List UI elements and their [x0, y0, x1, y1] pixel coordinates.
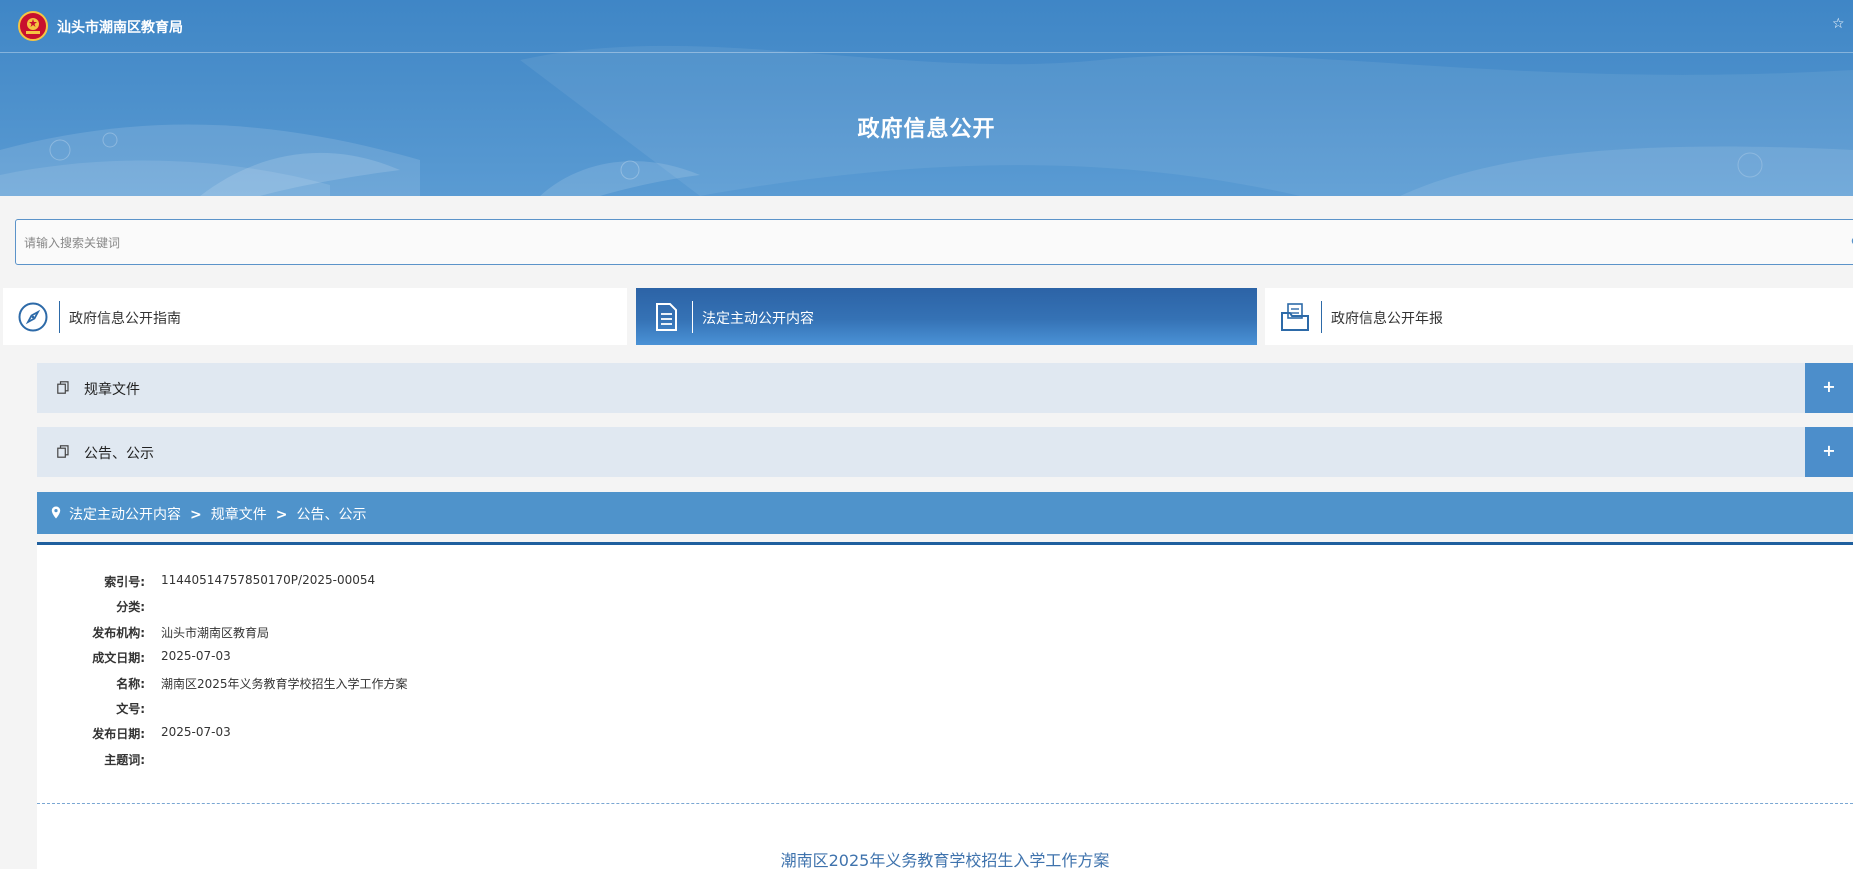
- expand-button[interactable]: +: [1805, 363, 1853, 413]
- meta-key: 发布机构:: [92, 625, 145, 640]
- meta-value: 11440514757850170P/2025-00054: [161, 573, 376, 587]
- meta-key: 文号:: [116, 701, 145, 716]
- meta-key: 主题词:: [104, 752, 145, 767]
- location-pin-icon: [51, 506, 61, 519]
- meta-value: 潮南区2025年义务教育学校招生入学工作方案: [161, 676, 408, 691]
- copy-document-icon: [57, 445, 69, 458]
- tab-label: 法定主动公开内容: [702, 311, 814, 327]
- breadcrumb-link[interactable]: 法定主动公开内容: [69, 507, 181, 523]
- chevron-right-icon: >: [275, 507, 288, 523]
- accordion-label: 规章文件: [84, 382, 140, 398]
- compass-icon: [18, 302, 48, 332]
- tab-label: 政府信息公开年报: [1331, 311, 1443, 327]
- expand-button[interactable]: +: [1805, 427, 1853, 477]
- meta-key: 成文日期:: [92, 651, 145, 666]
- meta-value: 汕头市潮南区教育局: [161, 625, 270, 640]
- breadcrumb-current[interactable]: 公告、公示: [296, 507, 366, 523]
- meta-key: 分类:: [116, 600, 145, 615]
- dashed-divider: [37, 803, 1853, 804]
- accordion-item-regulations[interactable]: 规章文件 +: [37, 363, 1853, 413]
- site-name[interactable]: 汕头市潮南区教育局: [57, 17, 183, 37]
- tab-annual-report[interactable]: 政府信息公开年报: [1265, 288, 1853, 345]
- tab-separator: [1321, 301, 1322, 333]
- meta-key: 发布日期:: [92, 727, 145, 742]
- tab-separator: [59, 301, 60, 333]
- tab-disclosure-guide[interactable]: 政府信息公开指南: [3, 288, 627, 345]
- folder-icon: [1281, 303, 1309, 331]
- tab-label: 政府信息公开指南: [69, 311, 181, 327]
- search-input[interactable]: [24, 232, 1824, 254]
- document-detail-panel: 索引号: 11440514757850170P/2025-00054 分类: 发…: [37, 542, 1853, 869]
- accordion-label: 公告、公示: [84, 446, 154, 462]
- document-title: 潮南区2025年义务教育学校招生入学工作方案: [780, 851, 1110, 869]
- search-box: [15, 219, 1853, 265]
- breadcrumb: 法定主动公开内容 > 规章文件 > 公告、公示: [37, 492, 1853, 534]
- meta-value: 2025-07-03: [161, 649, 231, 664]
- breadcrumb-link[interactable]: 规章文件: [211, 507, 267, 523]
- chevron-right-icon: >: [190, 507, 202, 523]
- star-icon[interactable]: ☆: [1832, 16, 1845, 32]
- top-bar: 汕头市潮南区教育局 ☆: [0, 0, 1853, 53]
- copy-document-icon: [57, 381, 69, 394]
- meta-key: 索引号:: [104, 575, 145, 589]
- page-title: 政府信息公开: [857, 117, 996, 142]
- tab-mandatory-disclosure[interactable]: 法定主动公开内容: [636, 288, 1257, 345]
- national-emblem-icon[interactable]: [18, 11, 48, 41]
- breadcrumb-trail: 法定主动公开内容 > 规章文件 > 公告、公示: [69, 504, 366, 524]
- meta-value: 2025-07-03: [161, 725, 231, 740]
- meta-key: 名称:: [116, 676, 145, 691]
- header-banner: 汕头市潮南区教育局 ☆ 政府信息公开: [0, 0, 1853, 196]
- document-icon: [656, 303, 677, 331]
- accordion-item-announcements[interactable]: 公告、公示 +: [37, 427, 1853, 477]
- tab-separator: [692, 301, 693, 333]
